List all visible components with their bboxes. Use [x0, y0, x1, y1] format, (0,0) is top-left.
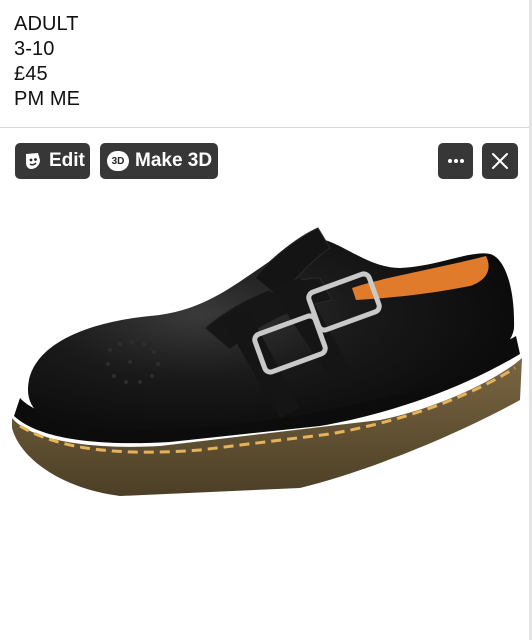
edit-label: Edit — [49, 150, 85, 171]
post-text: ADULT 3-10 £45 PM ME — [14, 12, 80, 112]
close-button[interactable] — [482, 143, 518, 179]
edit-button[interactable]: Edit — [15, 143, 90, 179]
post-line-2: 3-10 — [14, 38, 55, 60]
shoe-photo — [12, 227, 522, 496]
3d-icon-text: 3D — [111, 155, 125, 167]
3d-icon: 3D — [107, 151, 129, 171]
post-line-4: PM ME — [14, 88, 81, 110]
post-line-3: £45 — [14, 63, 48, 85]
more-dots-icon — [447, 158, 465, 164]
photo-viewer — [0, 128, 532, 640]
close-icon — [491, 152, 509, 170]
make-3d-button[interactable]: 3D Make 3D — [100, 143, 218, 179]
more-button[interactable] — [438, 143, 473, 179]
face-edit-icon — [23, 151, 43, 171]
post-line-1: ADULT — [14, 13, 79, 35]
make-3d-label: Make 3D — [135, 150, 213, 171]
